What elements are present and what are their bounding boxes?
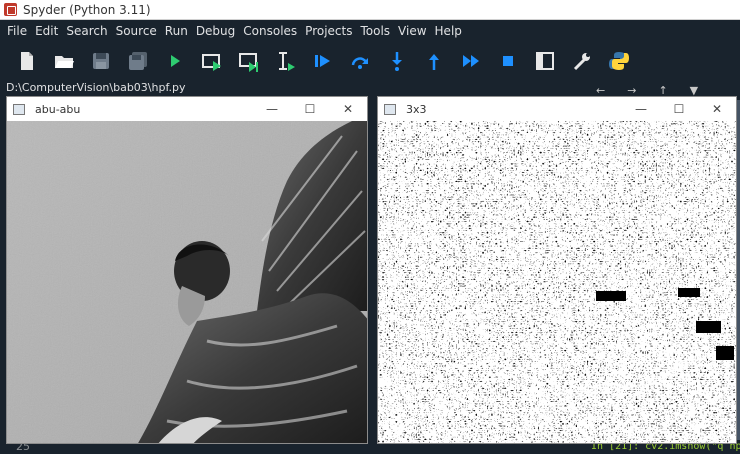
opencv-window-title: abu-abu [35, 102, 81, 116]
grayscale-image [7, 121, 367, 443]
maximize-icon[interactable]: ☐ [660, 102, 698, 116]
maximize-pane-icon [535, 52, 554, 70]
run-cell-advance-button[interactable] [230, 46, 267, 76]
menu-debug[interactable]: Debug [192, 24, 239, 38]
close-icon[interactable]: ✕ [698, 102, 736, 116]
preferences-icon [573, 53, 590, 71]
run-icon [170, 55, 180, 67]
menu-view[interactable]: View [394, 24, 430, 38]
menu-bar: File Edit Search Source Run Debug Consol… [0, 20, 740, 42]
minimize-icon[interactable]: — [622, 102, 660, 116]
menu-source[interactable]: Source [112, 24, 161, 38]
back-arrow-icon[interactable]: ← [596, 84, 605, 97]
save-button[interactable] [82, 46, 119, 76]
step-return-button[interactable] [415, 46, 452, 76]
up-arrow-icon[interactable]: ↑ [658, 84, 667, 97]
run-cell-advance-icon [238, 53, 258, 72]
new-file-button[interactable] [8, 46, 45, 76]
run-cell-button[interactable] [193, 46, 230, 76]
menu-run[interactable]: Run [161, 24, 192, 38]
step-over-button[interactable] [341, 46, 378, 76]
maximize-icon[interactable]: ☐ [291, 102, 329, 116]
filter-icon[interactable]: ▼ [690, 84, 698, 97]
run-button[interactable] [156, 46, 193, 76]
highpass-filtered-image [378, 121, 736, 443]
save-icon [92, 53, 109, 69]
python-path-button[interactable] [600, 46, 637, 76]
close-icon[interactable]: ✕ [329, 102, 367, 116]
menu-consoles[interactable]: Consoles [239, 24, 301, 38]
stop-icon [502, 56, 513, 66]
window-title: Spyder (Python 3.11) [23, 2, 151, 17]
open-folder-icon [54, 56, 74, 68]
debug-icon [314, 55, 330, 67]
maximize-pane-button[interactable] [526, 46, 563, 76]
minimize-icon[interactable]: — [253, 102, 291, 116]
opencv-window-titlebar: 3x3 — ☐ ✕ [378, 97, 736, 121]
preferences-button[interactable] [563, 46, 600, 76]
spyder-logo-icon [4, 3, 17, 16]
window-app-icon [13, 103, 25, 115]
run-cell-icon [201, 54, 221, 71]
window-titlebar: Spyder (Python 3.11) [0, 0, 740, 20]
run-selection-button[interactable] [267, 46, 304, 76]
run-selection-icon [278, 52, 295, 71]
main-toolbar [0, 42, 740, 80]
save-all-icon [128, 52, 147, 70]
opencv-window-grayscale[interactable]: abu-abu — ☐ ✕ [6, 96, 368, 444]
step-into-icon [391, 52, 402, 71]
editor-file-path: D:\ComputerVision\bab03\hpf.py [0, 80, 582, 96]
step-return-icon [428, 54, 439, 70]
menu-file[interactable]: File [3, 24, 31, 38]
stop-button[interactable] [489, 46, 526, 76]
debug-button[interactable] [304, 46, 341, 76]
continue-button[interactable] [452, 46, 489, 76]
menu-search[interactable]: Search [62, 24, 111, 38]
forward-arrow-icon[interactable]: → [627, 84, 636, 97]
open-file-button[interactable] [45, 46, 82, 76]
python-path-icon [608, 52, 629, 70]
step-into-button[interactable] [378, 46, 415, 76]
continue-icon [462, 55, 479, 67]
menu-tools[interactable]: Tools [356, 24, 394, 38]
save-all-button[interactable] [119, 46, 156, 76]
menu-projects[interactable]: Projects [301, 24, 356, 38]
menu-help[interactable]: Help [431, 24, 466, 38]
opencv-window-title: 3x3 [406, 102, 427, 116]
new-file-icon [20, 52, 33, 70]
step-over-icon [351, 57, 368, 69]
window-app-icon [384, 103, 396, 115]
menu-edit[interactable]: Edit [31, 24, 62, 38]
opencv-window-titlebar: abu-abu — ☐ ✕ [7, 97, 367, 121]
opencv-window-highpass[interactable]: 3x3 — ☐ ✕ [377, 96, 737, 444]
